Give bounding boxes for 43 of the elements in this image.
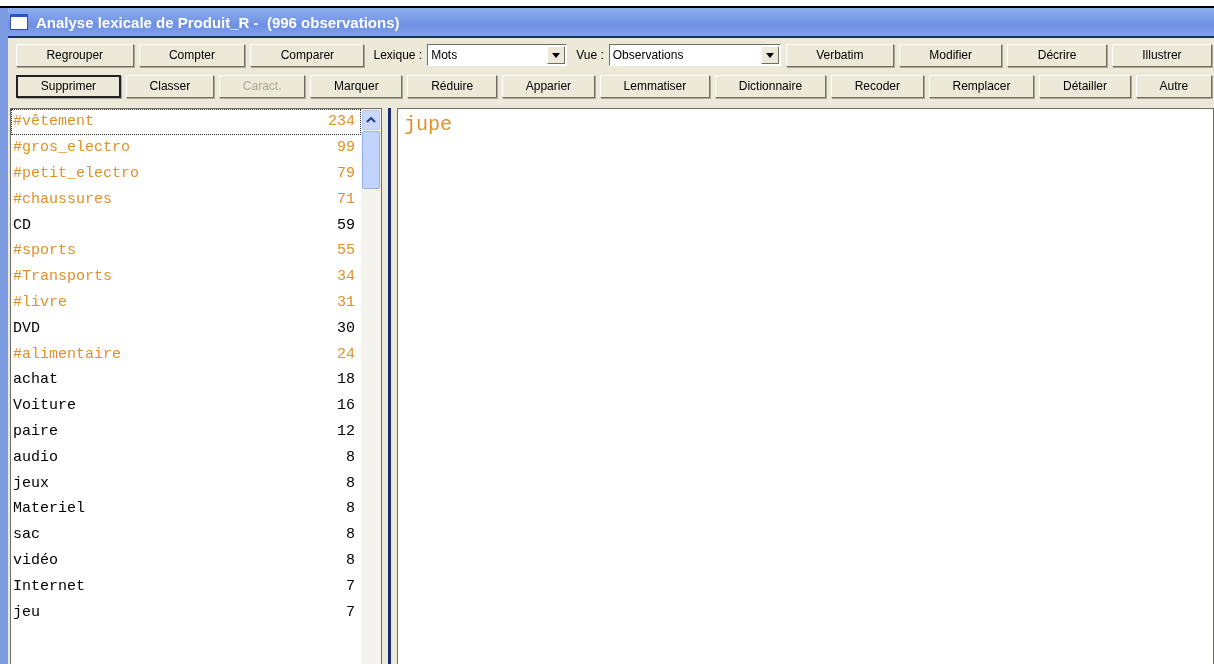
caret-icon <box>366 117 376 123</box>
lexicon-item[interactable]: Materiel 8 <box>11 495 361 522</box>
toolbar-button[interactable]: Compter <box>138 43 246 67</box>
scroll-up-button[interactable] <box>362 110 380 130</box>
lexicon-item[interactable]: Voiture 16 <box>11 392 361 419</box>
lexicon-item[interactable]: sac 8 <box>11 521 361 548</box>
lexicon-item[interactable]: CD 59 <box>11 212 361 238</box>
toolbar-button[interactable]: Verbatim <box>785 43 894 67</box>
toolbar-button[interactable]: Modifier <box>898 43 1003 67</box>
lexicon-item[interactable]: achat 18 <box>11 366 361 393</box>
lexicon-item[interactable]: Internet 7 <box>11 573 361 600</box>
toolbar-button[interactable]: Décrire <box>1007 43 1107 67</box>
lexicon-item[interactable]: jeu 7 <box>11 599 361 625</box>
caret-icon <box>765 52 774 58</box>
toolbar-button[interactable]: Regrouper <box>16 43 134 67</box>
verbatim-text: jupe <box>404 113 452 136</box>
toolbar-button[interactable]: Lemmatiser <box>599 74 710 98</box>
toolbar-button[interactable]: Recoder <box>830 74 924 98</box>
toolbar-button[interactable]: Autre <box>1135 74 1212 98</box>
dropdown-label: Lexique : <box>373 48 423 62</box>
lexicon-item[interactable]: audio 8 <box>11 444 361 471</box>
toolbar-button[interactable]: Apparier <box>501 74 595 98</box>
window-icon <box>10 14 28 30</box>
caret-icon <box>552 52 561 58</box>
toolbar-button[interactable]: Classer <box>125 74 215 98</box>
lexicon-item[interactable]: paire 12 <box>11 418 361 445</box>
scroll-thumb[interactable] <box>362 131 380 189</box>
toolbar-button[interactable]: Comparer <box>250 43 365 67</box>
toolbar-button[interactable]: Illustrer <box>1111 43 1212 67</box>
toolbar-button[interactable]: Supprimer <box>16 74 121 98</box>
toolbar-button[interactable]: Détailler <box>1039 74 1131 98</box>
dropdown-label: Vue : <box>576 48 604 62</box>
toolbar-button[interactable]: Dictionnaire <box>715 74 826 98</box>
scrollbar[interactable] <box>361 109 381 664</box>
toolbar-button[interactable]: Remplacer <box>928 74 1035 98</box>
window-title: Analyse lexicale de Produit_R - (996 observations) <box>36 13 400 31</box>
lexicon-item[interactable]: DVD 30 <box>11 315 361 342</box>
lexicon-item[interactable]: jeux 8 <box>11 470 361 496</box>
lexicon-item[interactable]: vidéo 8 <box>11 547 361 574</box>
dropdown[interactable]: Mots <box>427 44 568 66</box>
toolbar-button[interactable]: Réduire <box>407 74 497 98</box>
toolbar-button[interactable]: Marquer <box>310 74 403 98</box>
dropdown[interactable]: Observations <box>608 44 781 66</box>
